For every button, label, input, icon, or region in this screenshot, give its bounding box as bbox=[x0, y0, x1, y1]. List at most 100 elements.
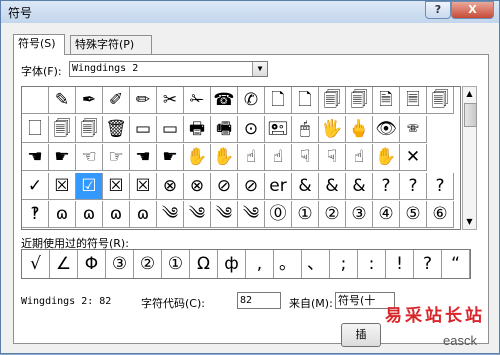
symbol-cell[interactable]: 🖭 bbox=[265, 115, 292, 143]
symbol-cell[interactable]: 🗑 bbox=[103, 115, 130, 143]
symbol-cell[interactable]: ✕ bbox=[400, 144, 427, 172]
font-select[interactable]: Wingdings 2 ▼ bbox=[69, 61, 268, 77]
symbol-grid-scrollbar[interactable]: ▲ ▼ bbox=[462, 86, 477, 230]
symbol-cell[interactable]: 🖐 bbox=[319, 115, 346, 143]
symbol-cell[interactable]: ⊙ bbox=[238, 115, 265, 143]
symbol-cell[interactable]: ༄ bbox=[211, 201, 238, 229]
symbol-cell[interactable]: ✆ bbox=[238, 87, 265, 114]
symbol-cell[interactable]: 🕾 bbox=[400, 115, 427, 143]
symbol-cell[interactable]: ☝ bbox=[346, 144, 373, 172]
symbol-cell[interactable]: er bbox=[265, 172, 292, 200]
symbol-cell[interactable]: ✁ bbox=[184, 87, 211, 114]
symbol-cell[interactable]: ☛ bbox=[157, 144, 184, 172]
symbol-cell[interactable]: ✋ bbox=[211, 144, 238, 172]
symbol-cell[interactable]: ✎ bbox=[49, 87, 76, 114]
symbol-cell[interactable]: ④ bbox=[373, 201, 400, 229]
symbol-cell[interactable]: 🗐 bbox=[319, 87, 346, 114]
symbol-cell[interactable]: 🖱 bbox=[292, 115, 319, 143]
symbol-cell[interactable]: ༄ bbox=[238, 201, 265, 229]
symbol-cell[interactable]: ☒ bbox=[103, 172, 130, 200]
symbol-cell[interactable]: ⑤ bbox=[400, 201, 427, 229]
symbol-cell[interactable]: ✋ bbox=[373, 144, 400, 172]
symbol-cell[interactable]: 👁 bbox=[373, 115, 400, 143]
symbol-cell[interactable]: ☞ bbox=[103, 144, 130, 172]
symbol-cell[interactable]: ▭ bbox=[157, 115, 184, 143]
tab-special-characters[interactable]: 特殊字符(P) bbox=[70, 35, 152, 54]
symbol-cell[interactable]: ✐ bbox=[103, 87, 130, 114]
symbol-cell[interactable]: ☝ bbox=[265, 144, 292, 172]
symbol-cell[interactable]: ③ bbox=[346, 201, 373, 229]
symbol-cell[interactable]: ɷ bbox=[130, 201, 157, 229]
symbol-cell[interactable]: ⊗ bbox=[157, 172, 184, 200]
symbol-cell[interactable]: 🖷 bbox=[211, 115, 238, 143]
symbol-cell[interactable]: 🗋 bbox=[292, 87, 319, 114]
symbol-cell[interactable]: ‽ bbox=[22, 201, 49, 229]
symbol-cell[interactable]: ☑ bbox=[76, 172, 103, 200]
symbol-cell[interactable]: ? bbox=[400, 172, 427, 200]
symbol-cell[interactable]: 🗐 bbox=[76, 115, 103, 143]
help-button[interactable]: ? bbox=[425, 1, 451, 19]
close-button[interactable]: X bbox=[451, 1, 494, 19]
recent-symbol-cell[interactable]: ∠ bbox=[50, 250, 78, 278]
symbol-cell[interactable]: 🖕 bbox=[346, 115, 373, 143]
chevron-down-icon[interactable]: ▼ bbox=[252, 62, 267, 76]
symbol-cell[interactable]: & bbox=[346, 172, 373, 200]
symbol-cell[interactable]: 🗏 bbox=[400, 87, 427, 114]
symbol-cell[interactable]: ☛ bbox=[49, 144, 76, 172]
recent-symbol-cell[interactable]: Φ bbox=[78, 250, 106, 278]
recent-symbol-cell[interactable]: : bbox=[358, 250, 386, 278]
symbol-cell[interactable]: 🗐 bbox=[427, 87, 454, 114]
symbol-cell[interactable]: ▭ bbox=[130, 115, 157, 143]
recent-symbol-cell[interactable]: 、 bbox=[302, 250, 330, 278]
symbol-cell[interactable]: ɷ bbox=[103, 201, 130, 229]
symbol-cell[interactable]: ✒ bbox=[76, 87, 103, 114]
symbol-cell[interactable]: ✓ bbox=[22, 172, 49, 200]
recent-symbol-cell[interactable]: ② bbox=[134, 250, 162, 278]
symbol-cell[interactable]: ༄ bbox=[157, 201, 184, 229]
symbol-cell[interactable]: ✂ bbox=[157, 87, 184, 114]
scroll-up-icon[interactable]: ▲ bbox=[463, 87, 476, 101]
symbol-cell[interactable]: ⊘ bbox=[211, 172, 238, 200]
symbol-cell[interactable]: ? bbox=[373, 172, 400, 200]
symbol-cell[interactable]: 🗐 bbox=[346, 87, 373, 114]
symbol-cell[interactable]: ɷ bbox=[49, 201, 76, 229]
symbol-cell[interactable]: ⓪ bbox=[265, 201, 292, 229]
symbol-cell[interactable]: ☒ bbox=[49, 172, 76, 200]
symbol-cell[interactable]: & bbox=[319, 172, 346, 200]
symbol-cell[interactable]: 🗌 bbox=[22, 115, 49, 143]
recent-symbol-cell[interactable]: ! bbox=[386, 250, 414, 278]
symbol-cell[interactable]: & bbox=[292, 172, 319, 200]
tab-symbols[interactable]: 符号(S) bbox=[13, 34, 65, 55]
symbol-cell[interactable]: 🖶 bbox=[184, 115, 211, 143]
recent-symbol-cell[interactable]: , bbox=[246, 250, 274, 278]
char-code-input[interactable]: 82 bbox=[237, 292, 281, 309]
symbol-cell[interactable]: ⑥ bbox=[427, 201, 454, 229]
symbol-cell[interactable]: ɷ bbox=[76, 201, 103, 229]
scroll-down-icon[interactable]: ▼ bbox=[463, 215, 476, 229]
symbol-cell[interactable]: ✋ bbox=[184, 144, 211, 172]
symbol-cell[interactable]: ☟ bbox=[319, 144, 346, 172]
symbol-cell[interactable]: ⊘ bbox=[238, 172, 265, 200]
symbol-cell[interactable]: ⊗ bbox=[184, 172, 211, 200]
symbol-cell[interactable]: 🗋 bbox=[265, 87, 292, 114]
symbol-cell[interactable]: 🗐 bbox=[49, 115, 76, 143]
recent-symbol-cell[interactable]: ; bbox=[330, 250, 358, 278]
symbol-cell[interactable]: ② bbox=[319, 201, 346, 229]
symbol-cell[interactable]: ༄ bbox=[184, 201, 211, 229]
symbol-cell[interactable]: ☜ bbox=[76, 144, 103, 172]
recent-symbol-cell[interactable]: ф bbox=[218, 250, 246, 278]
symbol-cell[interactable] bbox=[22, 87, 49, 114]
symbol-cell[interactable]: ☝ bbox=[238, 144, 265, 172]
symbol-cell[interactable]: ☚ bbox=[130, 144, 157, 172]
symbol-cell[interactable]: 🗎 bbox=[373, 87, 400, 114]
recent-symbol-cell[interactable]: ? bbox=[414, 250, 442, 278]
symbol-cell[interactable]: ☎ bbox=[211, 87, 238, 114]
symbol-cell[interactable]: ☒ bbox=[130, 172, 157, 200]
symbol-cell[interactable]: ✏ bbox=[130, 87, 157, 114]
recent-symbol-cell[interactable]: Ω bbox=[190, 250, 218, 278]
symbol-cell[interactable]: ? bbox=[427, 172, 454, 200]
symbol-cell[interactable]: ☟ bbox=[292, 144, 319, 172]
recent-symbol-cell[interactable]: √ bbox=[22, 250, 50, 278]
symbol-cell[interactable]: ☚ bbox=[22, 144, 49, 172]
scroll-thumb[interactable] bbox=[464, 103, 477, 127]
